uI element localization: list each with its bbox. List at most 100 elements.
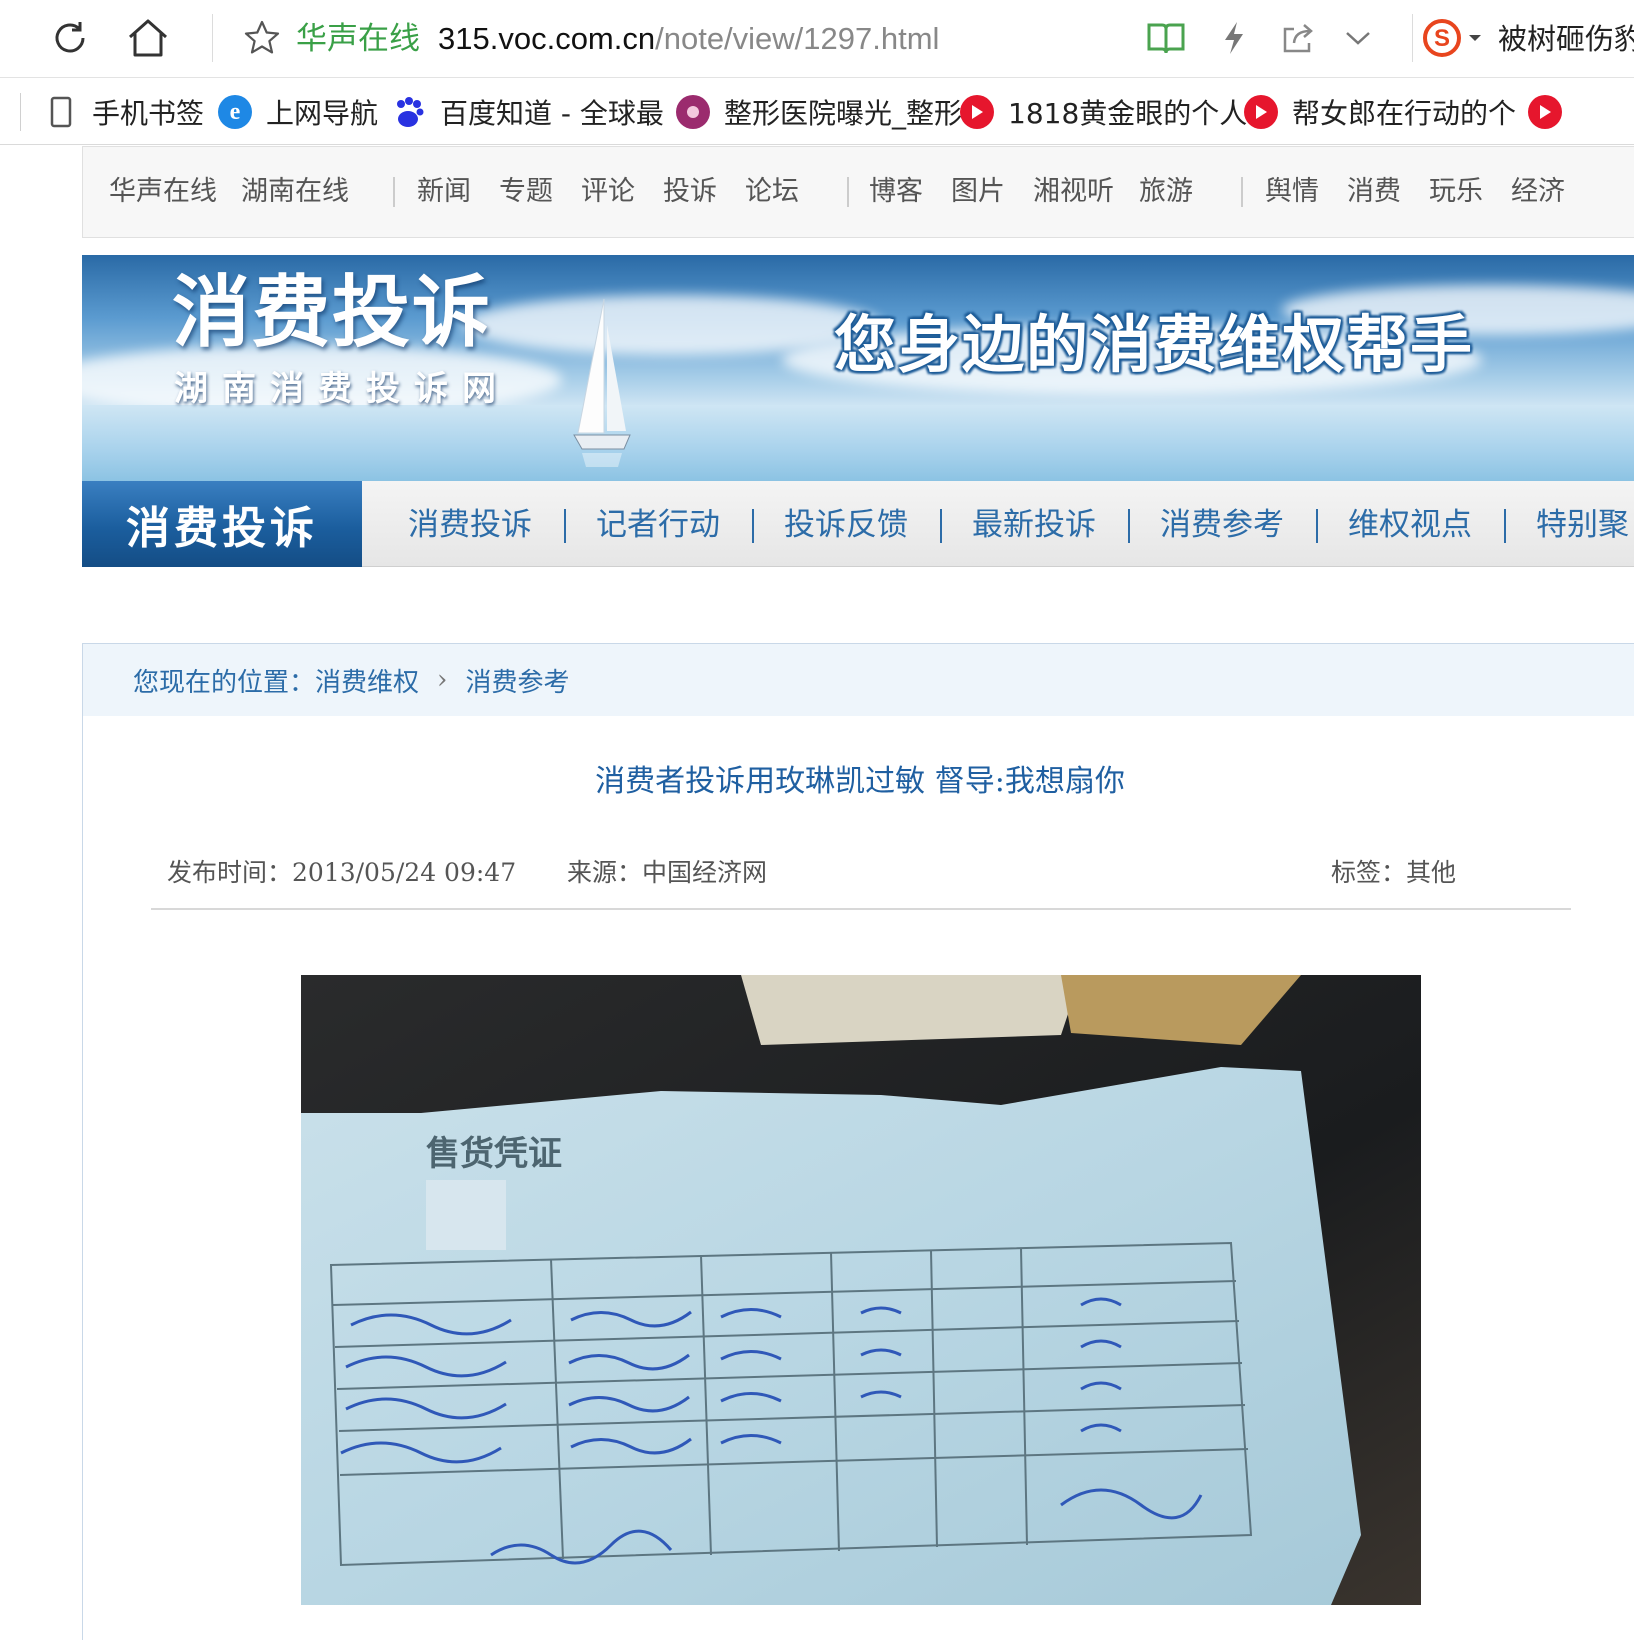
article-meta: 发布时间：2013/05/24 09:47 来源：中国经济网 标签：其他 (151, 856, 1571, 910)
baidu-paw-icon (392, 95, 426, 129)
channel-tab-feedback[interactable]: 投诉反馈 (784, 505, 908, 545)
article-photo-receipt: 售货凭证 (301, 975, 1421, 1605)
sailboat-icon (573, 298, 631, 467)
banner-slogan: 您身边的消费维权帮手 (834, 308, 1475, 381)
channel-divider (1504, 509, 1506, 543)
channel-badge[interactable]: 消费投诉 (82, 481, 362, 567)
bookmark-label: 上网导航 (266, 97, 379, 130)
bookmark-1818[interactable]: 1818黄金眼的个人 (960, 90, 1247, 134)
channel-tab-latest[interactable]: 最新投诉 (972, 505, 1096, 545)
search-suggestion[interactable]: 被树砸伤豹 (1498, 19, 1634, 59)
receipt-heading: 售货凭证 (426, 1134, 562, 1174)
nav-link-topics[interactable]: 专题 (499, 175, 553, 209)
publish-label: 发布时间： (167, 858, 293, 887)
nav-link-travel[interactable]: 旅游 (1139, 175, 1193, 209)
tag-label: 标签： (1331, 858, 1407, 887)
weibo-video-icon (1528, 95, 1562, 129)
bookmark-label: 百度知道 - 全球最 (440, 97, 664, 130)
bookmark-nav[interactable]: e 上网导航 (218, 90, 378, 134)
channel-divider (752, 509, 754, 543)
breadcrumb-prefix: 您现在的位置： (133, 667, 316, 698)
source-label: 来源： (567, 858, 643, 887)
nav-link-video[interactable]: 湘视听 (1033, 175, 1114, 209)
breadcrumb: 您现在的位置： 消费维权 › 消费参考 (83, 644, 1634, 716)
bookmark-label: 帮女郎在行动的个 (1292, 97, 1517, 130)
share-icon[interactable] (1276, 16, 1320, 60)
channel-divider (940, 509, 942, 543)
source-value: 中国经济网 (642, 858, 768, 887)
home-icon[interactable] (124, 14, 172, 62)
banner-subtitle: 湖南消费投诉网 (174, 369, 510, 409)
bookmarks-divider (20, 93, 21, 131)
browser-address-bar: 华声在线 315.voc.com.cn/note/view/1297.html … (0, 0, 1634, 78)
publish-time: 发布时间：2013/05/24 09:47 (167, 856, 516, 890)
nav-link-complaints[interactable]: 投诉 (663, 175, 717, 209)
url-field[interactable]: 315.voc.com.cn/note/view/1297.html (438, 19, 939, 59)
bookmark-star-icon[interactable] (238, 14, 286, 62)
bookmark-baidu-zhidao[interactable]: 百度知道 - 全球最 (392, 90, 664, 134)
toolbar-divider (1412, 14, 1413, 62)
nav-link-consumer[interactable]: 消费 (1347, 175, 1401, 209)
nav-divider (847, 177, 849, 207)
lightning-icon[interactable] (1212, 16, 1256, 60)
channel-tab-complaints[interactable]: 消费投诉 (408, 505, 532, 545)
nav-divider (1241, 177, 1243, 207)
clinic-logo-icon (676, 95, 710, 129)
channel-divider (1128, 509, 1130, 543)
chevron-right-icon: › (437, 665, 448, 695)
bookmark-label: 手机书签 (92, 97, 205, 130)
bookmark-bangnvlang[interactable]: 帮女郎在行动的个 (1244, 90, 1516, 134)
nav-link-forum[interactable]: 论坛 (745, 175, 799, 209)
bookmark-clinic[interactable]: 整形医院曝光_整形 (676, 90, 962, 134)
site-banner: 消费投诉 湖南消费投诉网 您身边的消费维权帮手 (82, 255, 1634, 481)
channel-tab-reference[interactable]: 消费参考 (1160, 505, 1284, 545)
nav-link-economy[interactable]: 经济 (1511, 175, 1565, 209)
url-path: /note/view/1297.html (655, 21, 940, 56)
banner-title: 消费投诉 (172, 268, 493, 358)
phone-icon (44, 95, 78, 129)
bookmark-more[interactable] (1528, 90, 1562, 134)
nav-link-opinion[interactable]: 舆情 (1265, 175, 1319, 209)
url-domain: 315.voc.com.cn (438, 21, 656, 56)
reader-mode-icon[interactable] (1144, 16, 1188, 60)
tag-value[interactable]: 其他 (1406, 858, 1456, 887)
bookmark-label: 1818黄金眼的个人 (1008, 97, 1248, 130)
channel-tab-reporter-action[interactable]: 记者行动 (596, 505, 720, 545)
banner-sea (82, 405, 1634, 481)
weibo-video-icon (1244, 95, 1278, 129)
nav-divider (393, 177, 395, 207)
receipt-photo: 售货凭证 (301, 975, 1421, 1605)
channel-divider (564, 509, 566, 543)
search-engine-selector[interactable]: S (1422, 16, 1482, 60)
article-tag: 标签：其他 (1331, 856, 1456, 890)
channel-tab-special[interactable]: 特别聚 (1536, 505, 1629, 545)
breadcrumb-consumer-rights[interactable]: 消费维权 (315, 662, 419, 699)
nav-link-photos[interactable]: 图片 (951, 175, 1005, 209)
nav-link-hunan[interactable]: 湖南在线 (241, 175, 349, 209)
dropdown-caret-icon (1469, 35, 1481, 41)
nav-link-comments[interactable]: 评论 (581, 175, 635, 209)
nav-link-news[interactable]: 新闻 (417, 175, 471, 209)
nav-link-fun[interactable]: 玩乐 (1429, 175, 1483, 209)
nav-link-blog[interactable]: 博客 (869, 175, 923, 209)
bookmark-label: 整形医院曝光_整形 (724, 97, 963, 130)
article-title: 消费者投诉用玫琳凯过敏 督导:我想扇你 (595, 764, 1125, 799)
toolbar-divider (212, 14, 213, 62)
ie-icon: e (218, 95, 252, 129)
channel-tab-viewpoint[interactable]: 维权视点 (1348, 505, 1472, 545)
article-container: 您现在的位置： 消费维权 › 消费参考 消费者投诉用玫琳凯过敏 督导:我想扇你 … (82, 643, 1634, 1640)
bookmark-mobile[interactable]: 手机书签 (44, 90, 204, 134)
breadcrumb-consumer-reference[interactable]: 消费参考 (465, 662, 569, 699)
refresh-icon[interactable] (46, 14, 94, 62)
publish-value: 2013/05/24 09:47 (292, 858, 517, 887)
channel-nav: 消费投诉 消费投诉 记者行动 投诉反馈 最新投诉 消费参考 维权视点 特别聚 (82, 481, 1634, 567)
channel-divider (1316, 509, 1318, 543)
site-identity-label: 华声在线 (296, 21, 420, 57)
svg-text:S: S (1434, 25, 1450, 52)
bookmarks-bar: 手机书签 e 上网导航 百度知道 - 全球最 整形医院曝光_整形 1818黄金眼… (0, 79, 1634, 145)
chevron-down-icon[interactable] (1336, 16, 1380, 60)
article-source: 来源：中国经济网 (567, 856, 767, 890)
weibo-video-icon (960, 95, 994, 129)
sogou-icon: S (1423, 19, 1461, 57)
nav-link-huasheng[interactable]: 华声在线 (109, 175, 217, 209)
